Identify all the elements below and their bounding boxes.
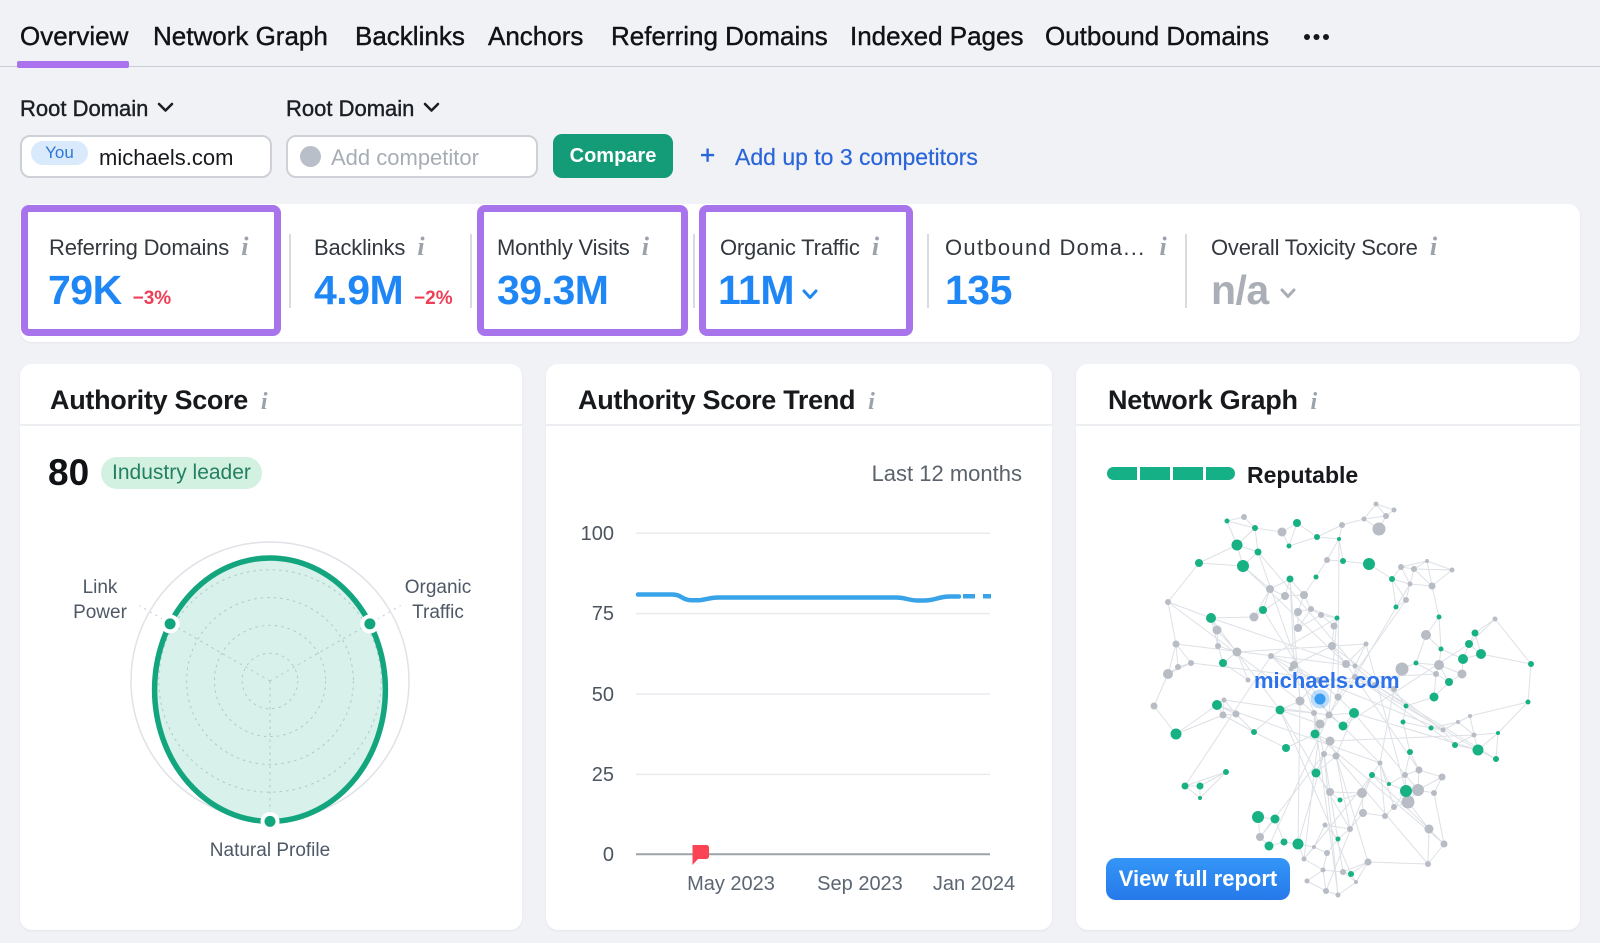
- svg-text:May 2023: May 2023: [687, 873, 775, 895]
- svg-text:50: 50: [592, 684, 614, 706]
- svg-text:75: 75: [592, 603, 614, 625]
- svg-text:0: 0: [603, 844, 614, 866]
- svg-text:Jan 2024: Jan 2024: [933, 873, 1015, 895]
- svg-text:Sep 2023: Sep 2023: [817, 873, 903, 895]
- svg-text:100: 100: [581, 523, 614, 545]
- svg-text:michaels.com: michaels.com: [1254, 668, 1400, 693]
- svg-text:25: 25: [592, 764, 614, 786]
